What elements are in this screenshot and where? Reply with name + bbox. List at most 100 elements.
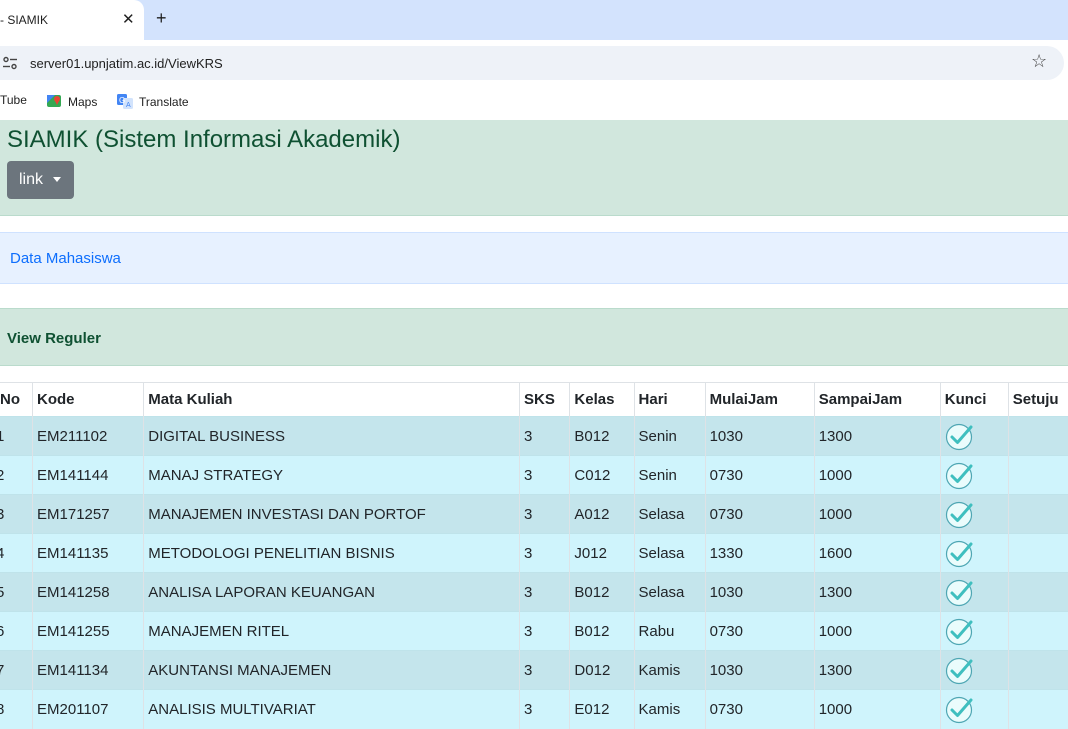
table-header-row: No Kode Mata Kuliah SKS Kelas Hari Mulai… xyxy=(0,382,1068,417)
check-circle-icon xyxy=(945,579,973,607)
col-header-no: No xyxy=(0,382,33,417)
cell-kunci xyxy=(939,650,1009,690)
cell-sks: 3 xyxy=(519,650,570,690)
cell-no: 4 xyxy=(0,533,33,573)
cell-sampai-jam: 1000 xyxy=(813,689,941,729)
data-mahasiswa-link[interactable]: Data Mahasiswa xyxy=(10,250,121,267)
cell-kunci xyxy=(939,416,1009,456)
table-row: 1 EM211102 DIGITAL BUSINESS 3 B012 Senin 1030 1… xyxy=(0,416,1068,456)
url-text[interactable]: server01.upnjatim.ac.id/ViewKRS xyxy=(30,56,223,71)
cell-hari: Kamis xyxy=(633,650,706,690)
site-info-icon[interactable] xyxy=(2,55,18,71)
cell-sks: 3 xyxy=(519,455,570,495)
cell-setuju xyxy=(1007,572,1068,612)
cell-sampai-jam: 1000 xyxy=(813,455,941,495)
krs-table: No Kode Mata Kuliah SKS Kelas Hari Mulai… xyxy=(0,382,1068,729)
cell-setuju xyxy=(1007,611,1068,651)
check-circle-icon xyxy=(945,618,973,646)
cell-sks: 3 xyxy=(519,494,570,534)
bookmark-label: Translate xyxy=(139,95,189,109)
cell-kelas: J012 xyxy=(569,533,635,573)
bookmark-label: Maps xyxy=(68,95,98,109)
cell-no: 8 xyxy=(0,689,33,729)
cell-mulai-jam: 1030 xyxy=(704,572,815,612)
col-header-kode: Kode xyxy=(32,382,144,417)
cell-kode: EM141258 xyxy=(32,572,144,612)
cell-kelas: E012 xyxy=(569,689,635,729)
data-mahasiswa-panel: Data Mahasiswa xyxy=(0,232,1068,284)
table-row: 4 EM141135 METODOLOGI PENELITIAN BISNIS 3 J0… xyxy=(0,533,1068,573)
col-header-sks: SKS xyxy=(519,382,570,417)
check-circle-icon xyxy=(945,657,973,685)
cell-no: 2 xyxy=(0,455,33,495)
col-header-setuju: Setuju xyxy=(1007,382,1068,417)
cell-kunci xyxy=(939,611,1009,651)
col-header-mulai-jam: MulaiJam xyxy=(704,382,815,417)
cell-kunci xyxy=(939,494,1009,534)
bookmarks-bar: Tube Maps G A Translate xyxy=(0,86,1068,120)
cell-sampai-jam: 1300 xyxy=(813,572,941,612)
cell-hari: Selasa xyxy=(633,533,706,573)
cell-kunci xyxy=(939,689,1009,729)
cell-kunci xyxy=(939,455,1009,495)
cell-sks: 3 xyxy=(519,572,570,612)
table-row: 6 EM141255 MANAJEMEN RITEL 3 B012 Rabu 0730 100… xyxy=(0,611,1068,651)
page-title: SIAMIK (Sistem Informasi Akademik) xyxy=(7,126,401,153)
cell-no: 1 xyxy=(0,416,33,456)
cell-hari: Selasa xyxy=(633,572,706,612)
col-header-hari: Hari xyxy=(633,382,706,417)
cell-setuju xyxy=(1007,494,1068,534)
cell-mata-kuliah: METODOLOGI PENELITIAN BISNIS xyxy=(143,533,520,573)
cell-kode: EM201107 xyxy=(32,689,144,729)
cell-mata-kuliah: MANAJ STRATEGY xyxy=(143,455,520,495)
cell-mata-kuliah: MANAJEMEN RITEL xyxy=(143,611,520,651)
cell-sks: 3 xyxy=(519,416,570,456)
bookmark-translate[interactable]: G A Translate xyxy=(117,93,189,109)
cell-kode: EM211102 xyxy=(32,416,144,456)
close-tab-icon[interactable]: ✕ xyxy=(122,10,135,28)
cell-hari: Senin xyxy=(633,455,706,495)
link-dropdown-button[interactable]: link xyxy=(7,161,74,199)
cell-kelas: C012 xyxy=(569,455,635,495)
cell-kunci xyxy=(939,533,1009,573)
table-row: 7 EM141134 AKUNTANSI MANAJEMEN 3 D012 Kamis 10… xyxy=(0,650,1068,690)
cell-hari: Selasa xyxy=(633,494,706,534)
check-circle-icon xyxy=(945,423,973,451)
browser-tabstrip: - SIAMIK ✕ + xyxy=(0,0,1068,40)
col-header-sampai-jam: SampaiJam xyxy=(813,382,941,417)
cell-sampai-jam: 1300 xyxy=(813,650,941,690)
view-reguler-title: View Reguler xyxy=(7,330,101,347)
svg-text:G: G xyxy=(119,96,125,105)
cell-no: 3 xyxy=(0,494,33,534)
cell-sampai-jam: 1300 xyxy=(813,416,941,456)
cell-sampai-jam: 1000 xyxy=(813,611,941,651)
col-header-kunci: Kunci xyxy=(939,382,1009,417)
browser-tab[interactable]: - SIAMIK ✕ xyxy=(0,0,144,40)
cell-mulai-jam: 0730 xyxy=(704,494,815,534)
cell-kelas: D012 xyxy=(569,650,635,690)
cell-kelas: B012 xyxy=(569,572,635,612)
cell-setuju xyxy=(1007,416,1068,456)
table-row: 8 EM201107 ANALISIS MULTIVARIAT 3 E012 Kamis 0… xyxy=(0,689,1068,729)
cell-setuju xyxy=(1007,689,1068,729)
cell-mulai-jam: 1030 xyxy=(704,650,815,690)
cell-no: 5 xyxy=(0,572,33,612)
cell-sks: 3 xyxy=(519,533,570,573)
bookmark-youtube[interactable]: Tube xyxy=(0,93,27,107)
col-header-kelas: Kelas xyxy=(569,382,635,417)
cell-kelas: B012 xyxy=(569,416,635,456)
cell-setuju xyxy=(1007,533,1068,573)
translate-icon: G A xyxy=(117,94,133,109)
page-content: SIAMIK (Sistem Informasi Akademik) link … xyxy=(0,120,1068,729)
cell-kunci xyxy=(939,572,1009,612)
svg-text:A: A xyxy=(126,102,131,109)
bookmark-star-icon[interactable]: ☆ xyxy=(1031,51,1047,72)
bookmark-maps[interactable]: Maps xyxy=(46,93,97,109)
check-circle-icon xyxy=(945,501,973,529)
table-row: 3 EM171257 MANAJEMEN INVESTASI DAN PORTOF 3… xyxy=(0,494,1068,534)
cell-mata-kuliah: ANALISIS MULTIVARIAT xyxy=(143,689,520,729)
cell-sks: 3 xyxy=(519,689,570,729)
cell-kode: EM141144 xyxy=(32,455,144,495)
new-tab-button[interactable]: + xyxy=(156,8,167,29)
cell-hari: Senin xyxy=(633,416,706,456)
